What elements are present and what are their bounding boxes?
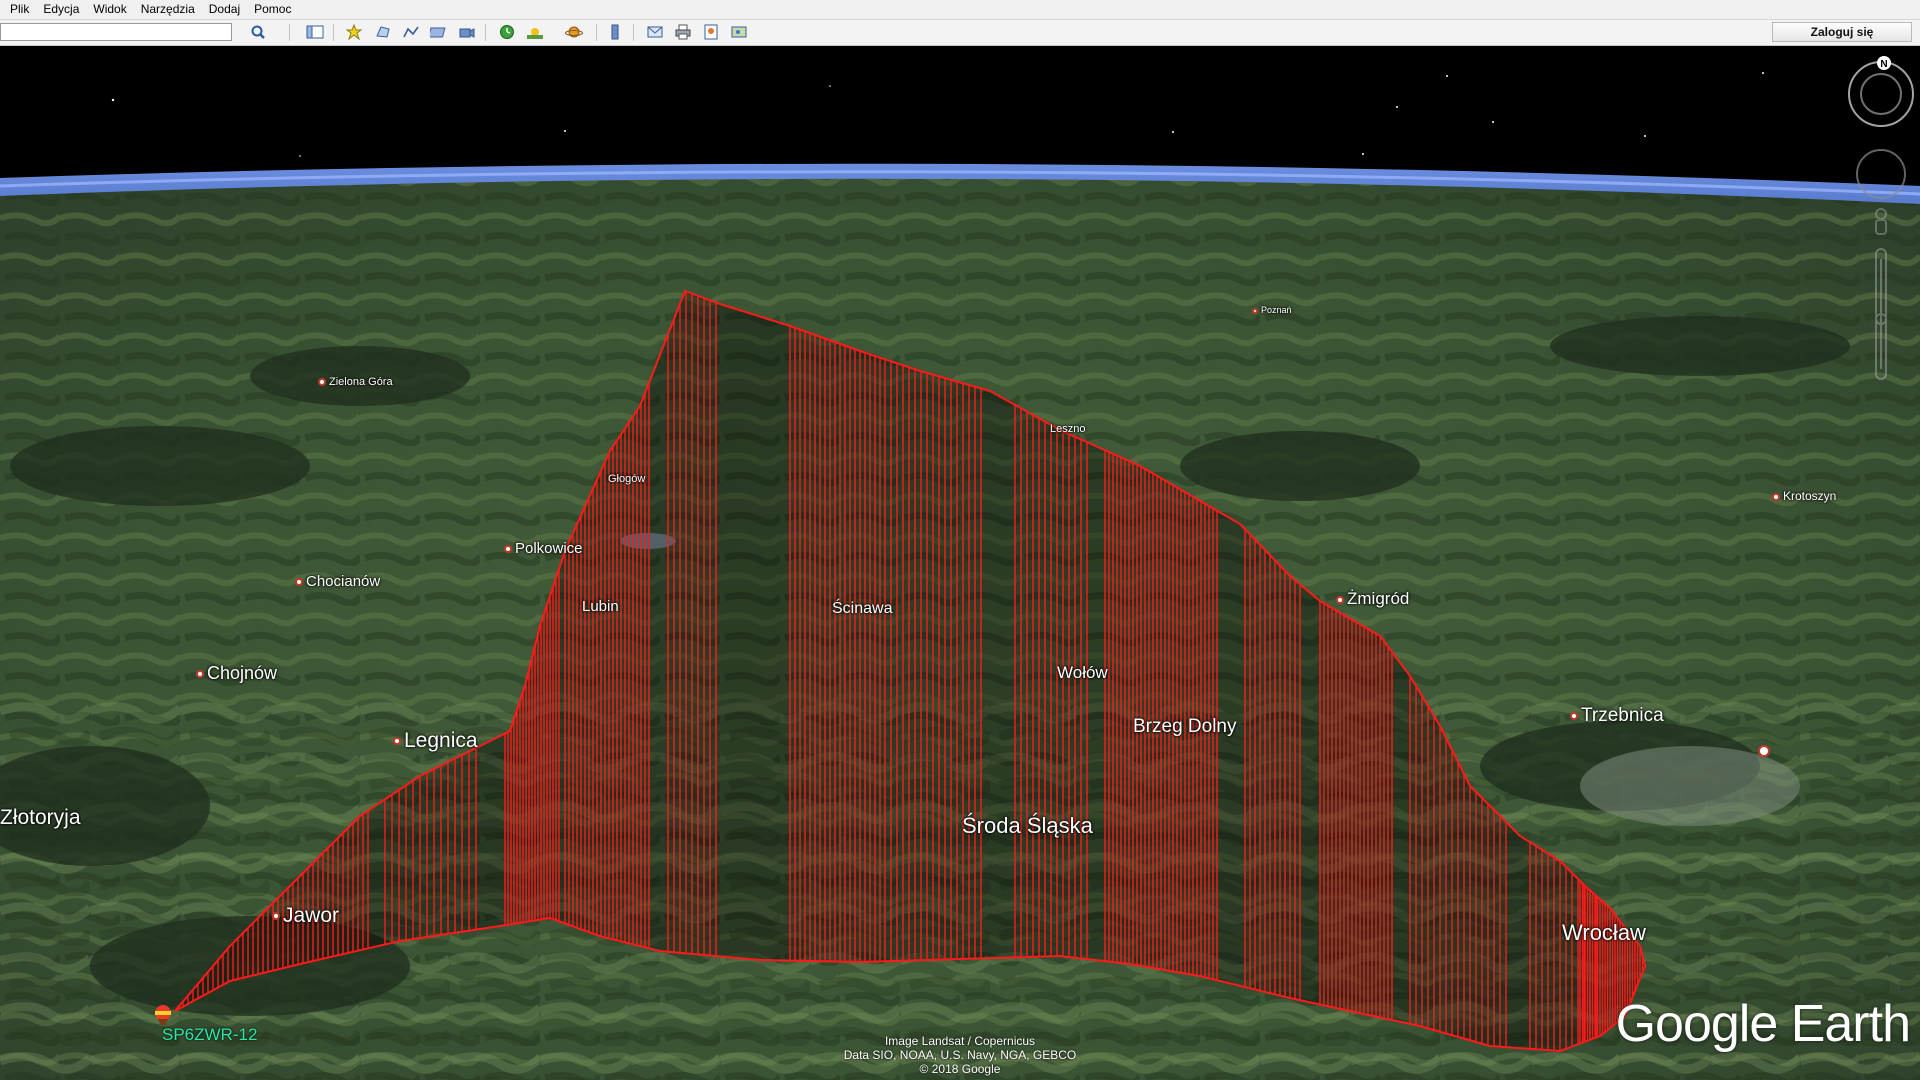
navigation-controls: N (1848, 56, 1914, 380)
compass[interactable]: N (1848, 56, 1914, 127)
place-wolow[interactable]: Wołów (1057, 663, 1108, 683)
place-leszno[interactable]: Leszno (1050, 423, 1085, 435)
menu-pomoc[interactable]: Pomoc (246, 0, 297, 19)
planets-button[interactable] (564, 22, 586, 42)
path-icon (403, 26, 419, 38)
zoom-slider[interactable] (1875, 248, 1887, 380)
toolbar: Zaloguj się (0, 20, 1920, 46)
save-image-icon (704, 24, 718, 40)
maps-icon (731, 26, 747, 38)
sidebar-toggle-button[interactable] (304, 22, 326, 42)
polygon-icon (376, 26, 390, 38)
sunlight-button[interactable] (524, 22, 546, 42)
tour-icon (459, 28, 475, 38)
place-trzebnica[interactable]: Trzebnica (1570, 705, 1664, 727)
place-wroclaw[interactable]: Wrocław (1562, 920, 1646, 946)
pin-icon (1252, 307, 1258, 314)
placemark-icon (346, 24, 363, 40)
search-icon (251, 25, 265, 39)
add-path-button[interactable] (400, 22, 422, 42)
sidebar-icon (306, 25, 324, 39)
street-view-pegman-icon[interactable] (1875, 208, 1887, 235)
place-krotoszyn[interactable]: Krotoszyn (1772, 489, 1836, 503)
view-in-maps-button[interactable] (728, 22, 750, 42)
pin-icon (393, 737, 401, 746)
search-input[interactable] (0, 23, 232, 41)
place-legnica[interactable]: Legnica (393, 729, 478, 753)
pin-icon (1772, 492, 1780, 501)
pin-icon (272, 912, 280, 921)
print-button[interactable] (672, 22, 694, 42)
pin-icon (1336, 595, 1344, 604)
record-tour-button[interactable] (456, 22, 478, 42)
place-zielona-gora[interactable]: Zielona Góra (318, 376, 393, 388)
save-image-button[interactable] (700, 22, 722, 42)
wroclaw-pin[interactable] (1758, 742, 1773, 760)
pin-icon (504, 545, 512, 554)
place-sroda-slaska[interactable]: Środa Śląska (962, 813, 1093, 839)
search-button[interactable] (247, 22, 269, 42)
email-button[interactable] (644, 22, 666, 42)
planets-icon (565, 26, 583, 38)
place-poznan[interactable]: Poznań (1252, 305, 1292, 315)
add-image-overlay-button[interactable] (428, 22, 450, 42)
place-zmigrod[interactable]: Żmigród (1336, 589, 1409, 609)
login-button[interactable]: Zaloguj się (1772, 22, 1912, 42)
image-overlay-icon (430, 27, 446, 38)
pin-icon (318, 378, 326, 387)
historical-imagery-button[interactable] (496, 22, 518, 42)
pin-icon (295, 578, 303, 587)
place-lubin[interactable]: Lubin (582, 598, 619, 615)
menu-edycja[interactable]: Edycja (35, 0, 85, 19)
historical-imagery-icon (500, 25, 514, 39)
add-placemark-button[interactable] (344, 22, 366, 42)
sunlight-icon (527, 28, 543, 39)
balloon-icon[interactable] (152, 1004, 174, 1026)
add-polygon-button[interactable] (372, 22, 394, 42)
pin-icon (1758, 744, 1770, 757)
place-brzeg-dolny[interactable]: Brzeg Dolny (1133, 716, 1237, 738)
look-joystick[interactable] (1856, 149, 1906, 199)
imagery-attribution: Image Landsat / Copernicus Data SIO, NOA… (843, 1034, 1077, 1076)
email-icon (647, 26, 663, 38)
menu-plik[interactable]: Plik (0, 0, 35, 19)
ruler-icon (611, 24, 619, 40)
place-scinawa[interactable]: Ścinawa (832, 600, 892, 618)
pin-icon (196, 670, 204, 679)
place-polkowice[interactable]: Polkowice (504, 540, 583, 557)
google-earth-logo: Google Earth (1615, 995, 1911, 1053)
place-glogow[interactable]: Głogów (608, 473, 645, 485)
ruler-button[interactable] (604, 22, 626, 42)
earth-viewport[interactable]: Głogów Polkowice Chocianów Lubin Chojnów… (0, 46, 1920, 1080)
compass-north-label: N (1880, 59, 1887, 70)
menu-dodaj[interactable]: Dodaj (201, 0, 246, 19)
menu-narzedzia[interactable]: Narzędzia (133, 0, 201, 19)
place-chocianow[interactable]: Chocianów (295, 573, 380, 590)
menu-bar: Plik Edycja Widok Narzędzia Dodaj Pomoc (0, 0, 1920, 20)
place-zlotoryja[interactable]: Złotoryja (0, 806, 81, 830)
place-jawor[interactable]: Jawor (272, 904, 339, 928)
menu-widok[interactable]: Widok (85, 0, 132, 19)
print-icon (675, 24, 691, 40)
station-label[interactable]: SP6ZWR-12 (162, 1025, 257, 1045)
place-chojnow[interactable]: Chojnów (196, 663, 277, 684)
pin-icon (1570, 711, 1578, 720)
